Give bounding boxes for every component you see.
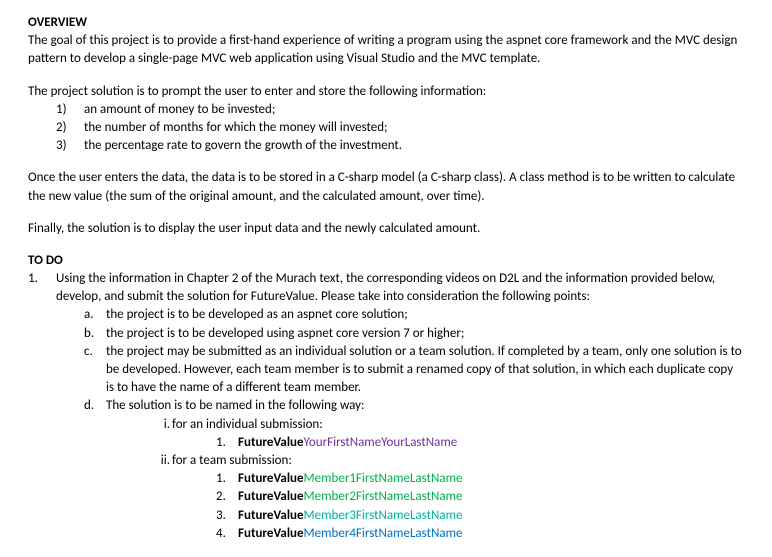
list-marker: i. (150, 416, 170, 434)
overview-paragraph-2: The project solution is to prompt the us… (28, 83, 744, 101)
list-item: d.The solution is to be named in the fol… (84, 397, 744, 543)
list-text: the number of months for which the money… (84, 120, 388, 135)
list-marker: d. (84, 397, 104, 415)
list-item: c.the project may be submitted as an ind… (84, 343, 744, 398)
todo-text: Using the information in Chapter 2 of th… (56, 271, 715, 304)
list-item: 2. FutureValueMember2FirstNameLastName (216, 488, 744, 506)
list-marker: 1. (28, 270, 52, 288)
list-marker: 2) (56, 119, 80, 137)
list-marker: 1) (56, 101, 80, 119)
naming-suffix: Member1FirstNameLastName (304, 471, 463, 486)
team-naming: 1. FutureValueMember1FirstNameLastName 2… (172, 470, 744, 543)
list-marker: a. (84, 306, 104, 324)
list-text: the project is to be developed using asp… (106, 326, 464, 341)
list-item: 4. FutureValueMember4FirstNameLastName (216, 525, 744, 543)
list-marker: ii. (150, 452, 170, 470)
list-text: the project is to be developed as an asp… (106, 307, 408, 322)
list-item: ii. for a team submission: 1. FutureValu… (150, 452, 744, 543)
overview-paragraph-3: Once the user enters the data, the data … (28, 169, 744, 205)
naming-suffix: Member2FirstNameLastName (304, 489, 463, 504)
overview-paragraph-1: The goal of this project is to provide a… (28, 32, 744, 68)
todo-list: 1. Using the information in Chapter 2 of… (28, 270, 744, 543)
naming-suffix: Member4FirstNameLastName (304, 526, 463, 541)
list-marker: 1. (216, 470, 236, 488)
list-item: 1. FutureValueYourFirstNameYourLastName (216, 434, 744, 452)
todo-heading: TO DO (28, 252, 744, 270)
naming-prefix: FutureValue (238, 508, 304, 523)
naming-suffix: YourFirstNameYourLastName (304, 435, 458, 450)
naming-prefix: FutureValue (238, 489, 304, 504)
list-marker: 4. (216, 525, 236, 543)
naming-prefix: FutureValue (238, 526, 304, 541)
list-marker: c. (84, 343, 104, 361)
list-marker: 2. (216, 488, 236, 506)
list-marker: 1. (216, 434, 236, 452)
list-marker: 3. (216, 507, 236, 525)
list-text: The solution is to be named in the follo… (106, 398, 364, 413)
list-item: a.the project is to be developed as an a… (84, 306, 744, 324)
overview-paragraph-4: Finally, the solution is to display the … (28, 220, 744, 238)
naming-suffix: Member3FirstNameLastName (304, 508, 463, 523)
overview-heading: OVERVIEW (28, 14, 744, 32)
list-text: the percentage rate to govern the growth… (84, 138, 402, 153)
naming-prefix: FutureValue (238, 471, 304, 486)
list-text: for an individual submission: (172, 417, 323, 432)
todo-sublist: a.the project is to be developed as an a… (56, 306, 744, 542)
list-text: for a team submission: (172, 453, 292, 468)
overview-info-list: 1)an amount of money to be invested; 2)t… (28, 101, 744, 156)
list-marker: b. (84, 325, 104, 343)
list-item: b.the project is to be developed using a… (84, 325, 744, 343)
list-item: 1)an amount of money to be invested; (84, 101, 744, 119)
list-item: 1. FutureValueMember1FirstNameLastName (216, 470, 744, 488)
list-item: 2)the number of months for which the mon… (84, 119, 744, 137)
list-text: an amount of money to be invested; (84, 102, 275, 117)
list-item: 3. FutureValueMember3FirstNameLastName (216, 507, 744, 525)
naming-list: i. for an individual submission: 1. Futu… (106, 416, 744, 543)
naming-prefix: FutureValue (238, 435, 304, 450)
list-item: 3)the percentage rate to govern the grow… (84, 137, 744, 155)
list-marker: 3) (56, 137, 80, 155)
list-text: the project may be submitted as an indiv… (106, 344, 742, 395)
todo-item: 1. Using the information in Chapter 2 of… (28, 270, 744, 543)
list-item: i. for an individual submission: 1. Futu… (150, 416, 744, 452)
individual-naming: 1. FutureValueYourFirstNameYourLastName (172, 434, 744, 452)
